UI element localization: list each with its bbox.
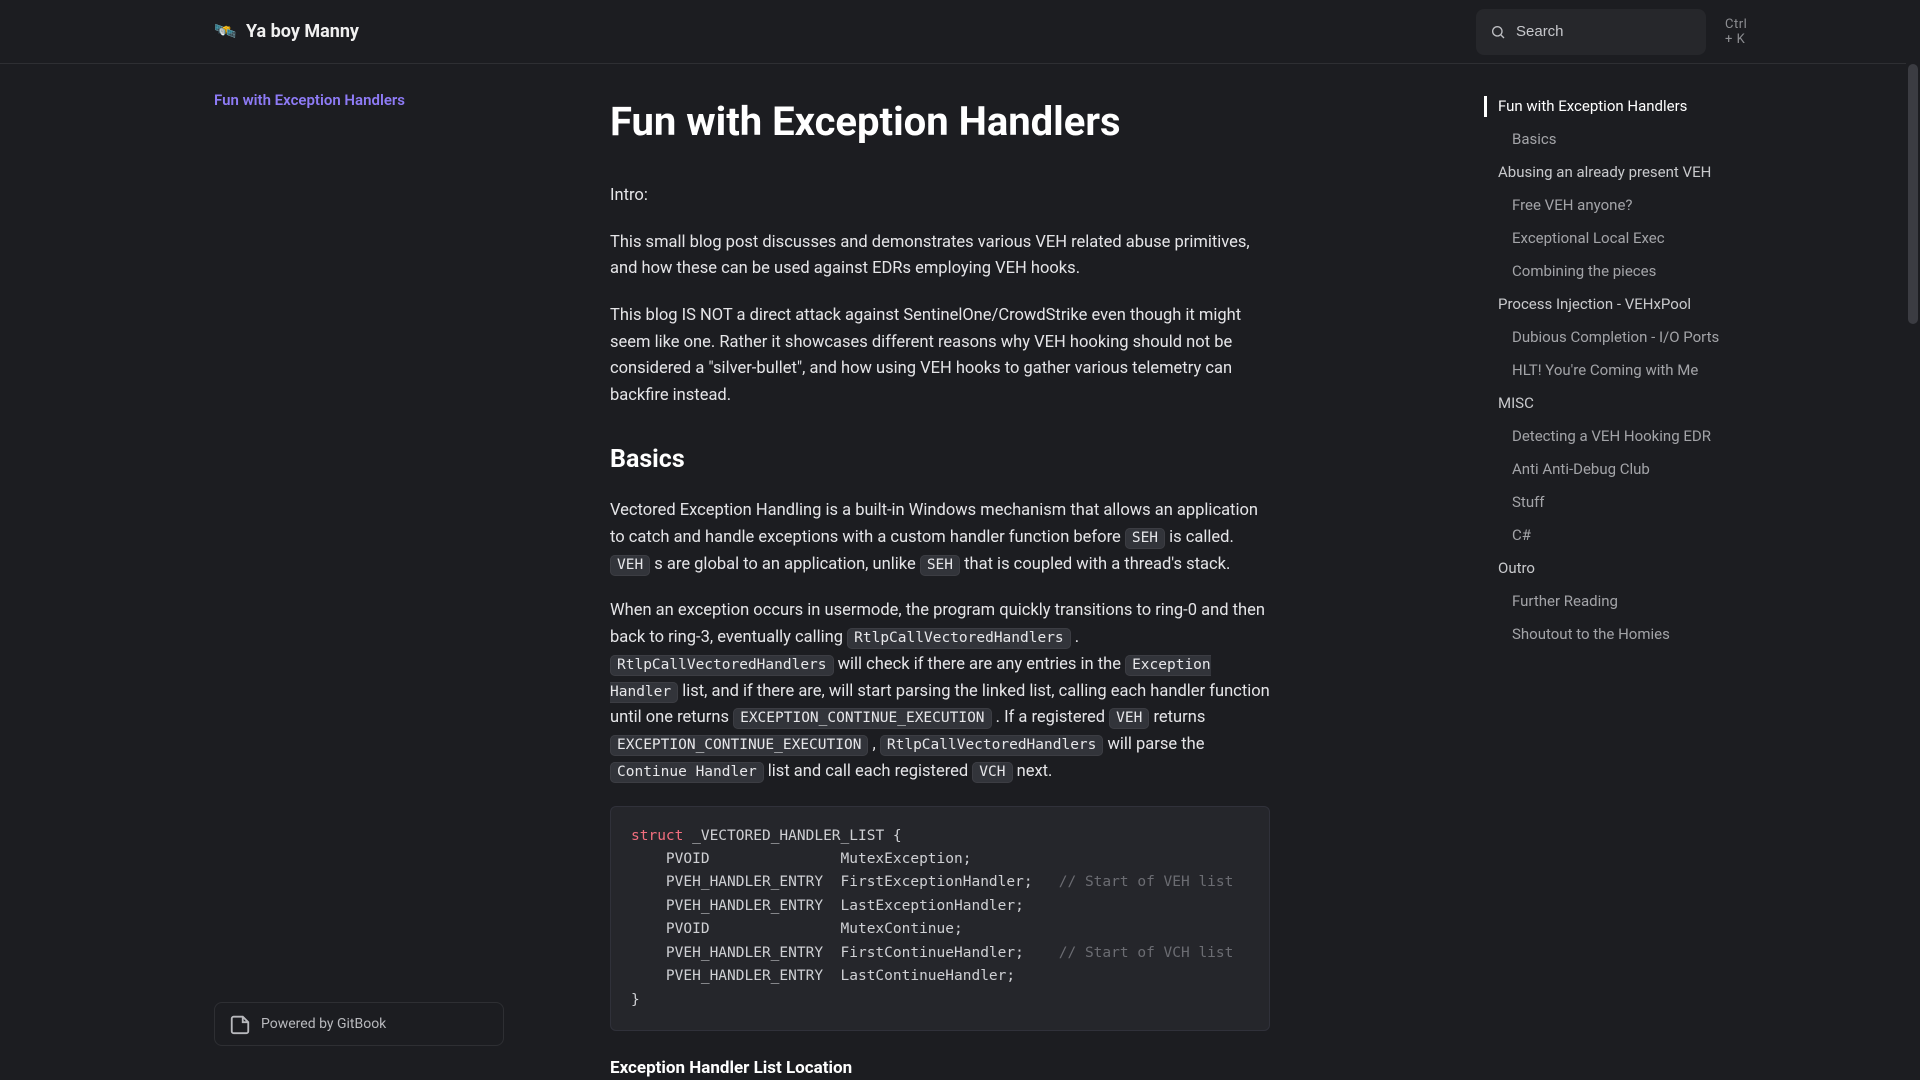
intro-paragraph-2: This blog IS NOT a direct attack against… [610,303,1270,410]
toc-item-label: Shoutout to the Homies [1484,624,1720,645]
toc-item-label: Abusing an already present VEH [1484,162,1720,183]
toc-item[interactable]: C# [1484,519,1720,552]
brand-logo-icon: 🛰️ [214,21,236,43]
toc-item-label: Basics [1484,129,1720,150]
left-nav-active-link[interactable]: Fun with Exception Handlers [214,91,405,109]
powered-by-gitbook[interactable]: Powered by GitBook [214,1002,504,1046]
toc-item[interactable]: Fun with Exception Handlers [1484,90,1720,123]
toc-item-label: Stuff [1484,492,1720,513]
toc-item-label: Exceptional Local Exec [1484,228,1720,249]
toc-item[interactable]: Exceptional Local Exec [1484,222,1720,255]
toc-item[interactable]: MISC [1484,387,1720,420]
intro-label: Intro: [610,183,1270,210]
gitbook-label: Powered by GitBook [261,1016,386,1032]
inline-code-ch: Continue Handler [610,762,764,783]
toc-item-label: Process Injection - VEHxPool [1484,294,1720,315]
code-block-vhl[interactable]: struct _VECTORED_HANDLER_LIST { PVOID Mu… [610,806,1270,1032]
search-kbd: Ctrl + K [1725,17,1747,47]
toc-item[interactable]: Basics [1484,123,1720,156]
basics-heading: Basics [610,440,1270,481]
toc-item[interactable]: Free VEH anyone? [1484,189,1720,222]
inline-code-ece-1: EXCEPTION_CONTINUE_EXECUTION [733,708,991,729]
toc-item[interactable]: HLT! You're Coming with Me [1484,354,1720,387]
toc-item[interactable]: Combining the pieces [1484,255,1720,288]
toc-item-label: HLT! You're Coming with Me [1484,360,1720,381]
toc-item-label: Dubious Completion - I/O Ports [1484,327,1720,348]
toc-item-label: Fun with Exception Handlers [1484,96,1720,117]
inline-code-veh-2: VEH [1109,708,1149,729]
basics-paragraph-2: When an exception occurs in usermode, th… [610,598,1270,785]
gitbook-icon [229,1013,251,1035]
toc: Fun with Exception Handlers Basics Abusing… [1380,64,1720,1080]
toc-item[interactable]: Detecting a VEH Hooking EDR [1484,420,1720,453]
inline-code-rtlp-2: RtlpCallVectoredHandlers [610,655,834,676]
toc-item[interactable]: Anti Anti-Debug Club [1484,453,1720,486]
inline-code-rtlp-3: RtlpCallVectoredHandlers [880,735,1104,756]
toc-item-label: Free VEH anyone? [1484,195,1720,216]
toc-item[interactable]: Abusing an already present VEH [1484,156,1720,189]
toc-item-label: Outro [1484,558,1720,579]
inline-code-ece-2: EXCEPTION_CONTINUE_EXECUTION [610,735,868,756]
basics-paragraph-1: Vectored Exception Handling is a built-i… [610,498,1270,578]
inline-code-veh: VEH [610,555,650,576]
brand-name: Ya boy Manny [246,21,359,42]
article: Fun with Exception Handlers Intro: This … [500,64,1380,1080]
topbar: 🛰️ Ya boy Manny Ctrl + K [0,0,1920,64]
left-sidebar: Fun with Exception Handlers Powered by G… [0,64,500,1080]
scrollbar[interactable] [1906,0,1920,1080]
scrollbar-thumb[interactable] [1908,64,1918,324]
toc-item-label: Anti Anti-Debug Club [1484,459,1720,480]
intro-paragraph-1: This small blog post discusses and demon… [610,230,1270,283]
inline-code-vch: VCH [972,762,1012,783]
toc-item-label: Combining the pieces [1484,261,1720,282]
page-title: Fun with Exception Handlers [610,90,1270,155]
toc-item[interactable]: Dubious Completion - I/O Ports [1484,321,1720,354]
toc-item[interactable]: Process Injection - VEHxPool [1484,288,1720,321]
toc-item[interactable]: Shoutout to the Homies [1484,618,1720,651]
search-input[interactable] [1516,23,1715,40]
brand[interactable]: 🛰️ Ya boy Manny [214,21,359,43]
ehll-heading: Exception Handler List Location [610,1055,1270,1080]
toc-item-label: MISC [1484,393,1720,414]
toc-item[interactable]: Stuff [1484,486,1720,519]
toc-item[interactable]: Further Reading [1484,585,1720,618]
inline-code-seh: SEH [1125,528,1165,549]
toc-item-label: Further Reading [1484,591,1720,612]
inline-code-rtlp-1: RtlpCallVectoredHandlers [847,628,1071,649]
toc-item[interactable]: Outro [1484,552,1720,585]
search-icon [1490,24,1506,40]
toc-item-label: C# [1484,525,1720,546]
left-nav: Fun with Exception Handlers [214,90,480,109]
search-box[interactable]: Ctrl + K [1476,9,1706,55]
inline-code-seh-2: SEH [920,555,960,576]
toc-item-label: Detecting a VEH Hooking EDR [1484,426,1720,447]
